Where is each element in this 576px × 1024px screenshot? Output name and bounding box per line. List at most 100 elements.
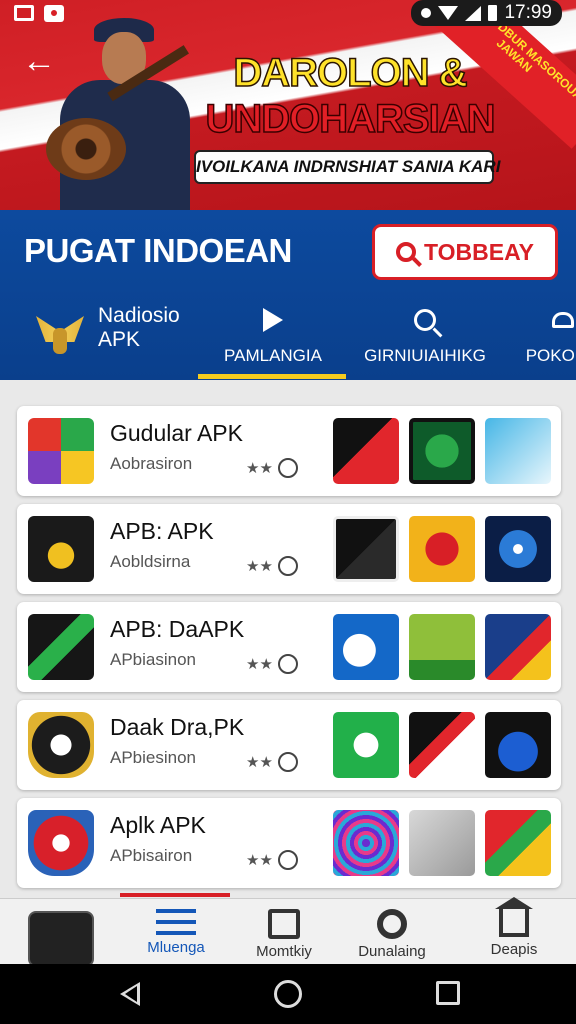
recent-apps-icon[interactable] [436, 981, 460, 1005]
screenshot-thumbnail[interactable] [409, 516, 475, 582]
screenshot-thumbnail[interactable] [485, 712, 551, 778]
app-title: Daak Dra,PK [110, 714, 245, 740]
status-indicators: 17:99 [411, 0, 562, 26]
home-circle-icon[interactable] [274, 980, 302, 1008]
app-icon[interactable] [28, 810, 94, 876]
screenshot-thumbnail[interactable] [485, 810, 551, 876]
app-subtitle: APbiesinon [110, 748, 197, 767]
app-icon[interactable] [28, 516, 94, 582]
nav-item-dunalaing[interactable]: Dunalaing [332, 909, 452, 960]
home-icon [495, 897, 533, 937]
app-subtitle: Aobldsirna [110, 552, 191, 571]
app-rating: ★★ [246, 752, 298, 772]
nav-item-momtkiy[interactable]: Momtkiy [224, 909, 344, 960]
list-item[interactable]: Aplk APK APbisairon ★★ [17, 798, 561, 888]
app-rating: ★★ [246, 654, 298, 674]
guitarist-illustration [40, 10, 200, 210]
screenshot-thumbnail[interactable] [333, 614, 399, 680]
app-icon[interactable] [28, 418, 94, 484]
brand-suffix: APK [98, 328, 141, 351]
banner-subtitle: IVOILKANA INDRNSHIAT SANIA KARI [194, 150, 500, 184]
screenshot-thumbnail[interactable] [333, 712, 399, 778]
app-title: Aplk APK [110, 812, 206, 838]
rating-circle-icon [277, 458, 298, 478]
search-icon [414, 309, 436, 331]
screenshot-strip [333, 418, 551, 484]
screenshot-thumbnail[interactable] [485, 418, 551, 484]
app-icon[interactable] [28, 614, 94, 680]
wifi-icon [438, 6, 459, 20]
screenshot-thumbnail[interactable] [333, 516, 399, 582]
banner-title: DAROLON & UNDOHARSIAN [205, 50, 497, 142]
list-item[interactable]: Daak Dra,PK APbiesinon ★★ [17, 700, 561, 790]
app-rating: ★★ [246, 458, 298, 478]
list-item[interactable]: APB: DaAPK APbiasinon ★★ [17, 602, 561, 692]
news-icon [268, 909, 300, 939]
bottom-navigation: Mluenga Momtkiy Dunalaing Deapis [0, 897, 576, 967]
tab-pamlangia[interactable]: PAMLANGIA [200, 298, 346, 380]
app-list: Gudular APK Aobrasiron ★★ APB: APK Aobld… [17, 406, 561, 896]
app-title: APB: DaAPK [110, 616, 245, 642]
app-title: APB: APK [110, 518, 214, 544]
app-subtitle: Aobrasiron [110, 454, 193, 473]
camera-icon [44, 4, 64, 22]
rating-circle-icon [277, 752, 298, 772]
app-rating: ★★ [246, 556, 298, 576]
back-icon[interactable] [120, 982, 140, 1006]
screenshot-thumbnail[interactable] [333, 810, 399, 876]
app-rating: ★★ [246, 850, 298, 870]
screenshot-thumbnail[interactable] [485, 516, 551, 582]
screenshot-thumbnail[interactable] [409, 712, 475, 778]
app-subtitle: APbisairon [110, 846, 193, 865]
app-icon[interactable] [28, 712, 94, 778]
brand-logo[interactable]: Nadiosio APK [36, 304, 196, 386]
scroll-indicator [120, 893, 230, 897]
screenshot-thumbnail[interactable] [409, 810, 475, 876]
nav-label: Dunalaing [358, 943, 426, 960]
tab-label: GIRNIUIAIHIKG [364, 346, 486, 365]
top-search-button[interactable]: TOBBEAY [372, 224, 558, 280]
rating-circle-icon [277, 654, 298, 674]
screenshot-strip [333, 712, 551, 778]
screenshot-thumbnail[interactable] [333, 418, 399, 484]
tab-label: PAMLANGIA [224, 346, 322, 365]
list-item[interactable]: Gudular APK Aobrasiron ★★ [17, 406, 561, 496]
nav-item-deapis[interactable]: Deapis [454, 897, 574, 958]
menu-icon [156, 909, 196, 935]
clock: 17:99 [504, 2, 552, 23]
top-button-label: TOBBEAY [424, 238, 534, 265]
cloud-icon [552, 312, 574, 328]
screenshot-strip [333, 516, 551, 582]
tab-pokong[interactable]: POKONG [508, 298, 576, 380]
rating-circle-icon [277, 556, 298, 576]
hero-banner[interactable]: ← DAROLON & UNDOHARSIAN IVOILKANA INDRNS… [0, 0, 576, 210]
signal-icon [465, 5, 482, 21]
system-navigation-bar [0, 964, 576, 1024]
garuda-emblem-icon [36, 310, 84, 358]
app-title: Gudular APK [110, 420, 243, 446]
tab-bar: Nadiosio APK PAMLANGIA GIRNIUIAIHIKG POK… [0, 298, 576, 380]
tab-girniuiaihikg[interactable]: GIRNIUIAIHIKG [350, 298, 500, 380]
brand-name: Nadiosio [98, 304, 180, 327]
screenshot-strip [333, 810, 551, 876]
screenshot-thumbnail[interactable] [485, 614, 551, 680]
active-tab-indicator [198, 374, 346, 379]
nav-item-mluenga[interactable]: Mluenga [116, 909, 236, 956]
play-icon [263, 308, 283, 332]
app-subtitle: APbiasinon [110, 650, 197, 669]
nav-label: Momtkiy [256, 943, 312, 960]
screenshot-strip [333, 614, 551, 680]
search-icon [396, 242, 417, 262]
rating-circle-icon [277, 850, 298, 870]
nav-label: Mluenga [147, 939, 205, 956]
page-title: PUGAT INDOEAN [24, 232, 292, 269]
phone-thumbnail-icon[interactable] [28, 911, 94, 967]
status-bar: 17:99 [0, 0, 576, 26]
tab-label: POKONG [525, 346, 576, 365]
app-header: PUGAT INDOEAN TOBBEAY Nadiosio APK PAMLA… [0, 210, 576, 380]
screenshot-thumbnail[interactable] [409, 614, 475, 680]
battery-icon [488, 5, 498, 21]
screenshot-thumbnail[interactable] [409, 418, 475, 484]
alarm-icon [421, 8, 432, 18]
list-item[interactable]: APB: APK Aobldsirna ★★ [17, 504, 561, 594]
